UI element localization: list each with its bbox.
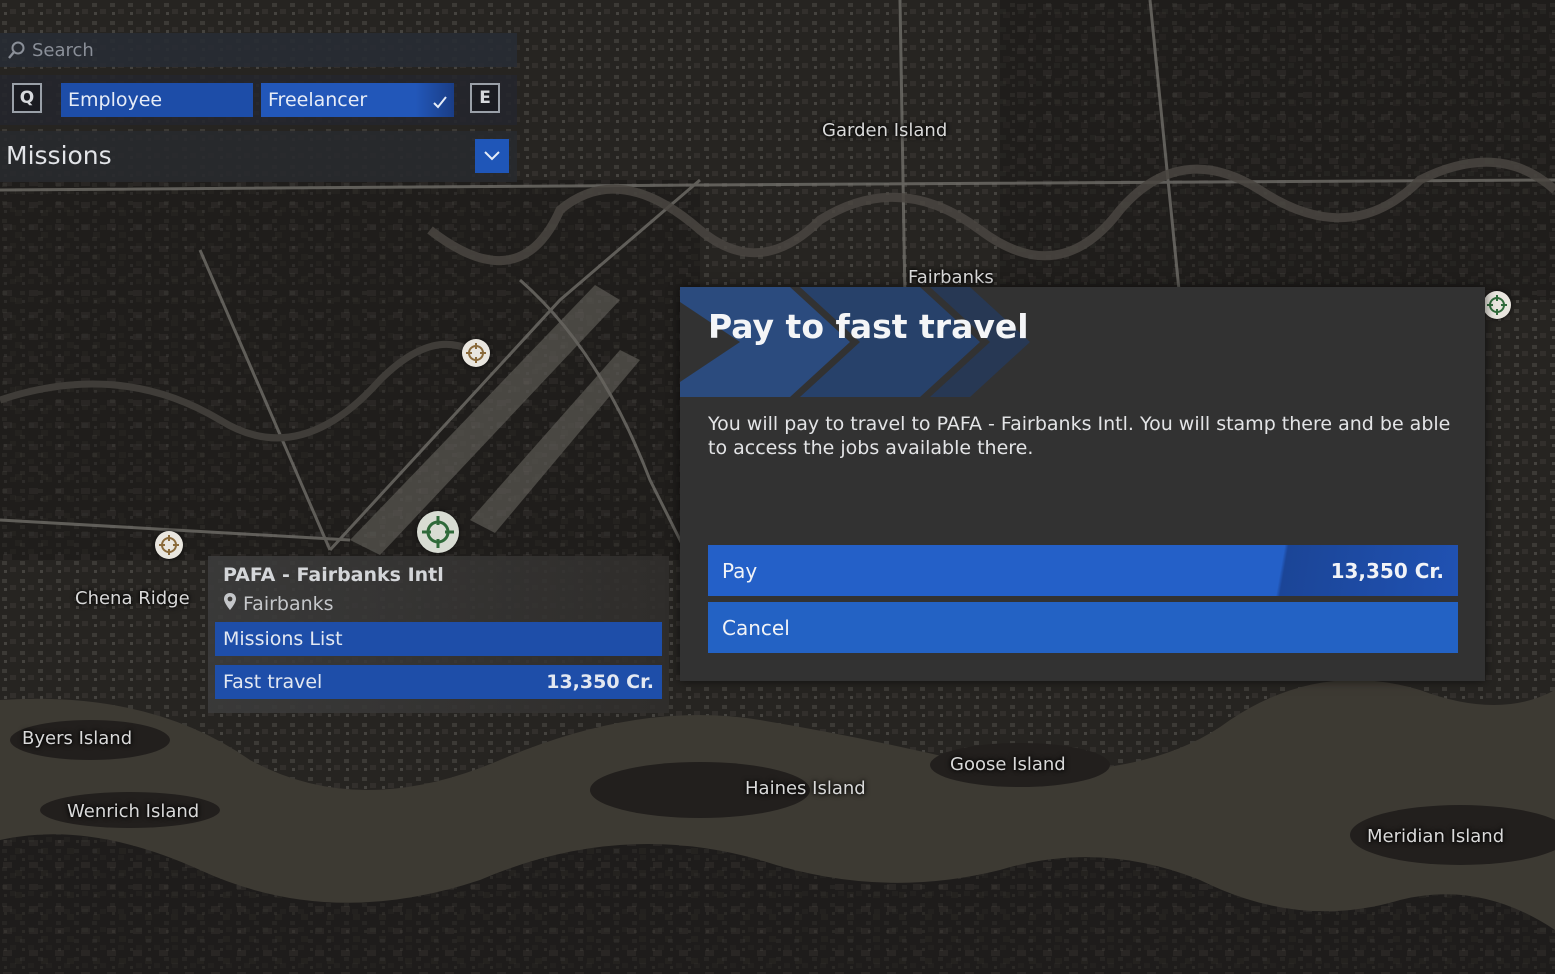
missions-list-button[interactable]: Missions List [215, 622, 662, 656]
dialog-message: You will pay to travel to PAFA - Fairban… [708, 413, 1451, 459]
location-popup: PAFA - Fairbanks Intl Fairbanks Missions… [208, 556, 669, 713]
cancel-label: Cancel [722, 615, 790, 640]
missions-dropdown-button[interactable] [475, 139, 509, 173]
search-input[interactable] [30, 38, 494, 62]
pay-price: 13,350 Cr. [1330, 558, 1444, 583]
fast-travel-dialog: Pay to fast travel You will pay to trave… [680, 287, 1485, 681]
map-target-icon[interactable] [417, 511, 459, 553]
map-target-icon[interactable] [1483, 291, 1511, 319]
location-city: Fairbanks [243, 593, 334, 615]
search-icon [6, 39, 28, 61]
search-bar[interactable] [0, 33, 517, 67]
mode-tabs: Q Employee Freelancer E [0, 75, 517, 125]
map-target-icon[interactable] [462, 339, 490, 367]
location-subtitle: Fairbanks [223, 592, 334, 616]
prev-tab-key[interactable]: Q [12, 83, 42, 113]
map-target-icon[interactable] [155, 531, 183, 559]
missions-panel-header: Missions [0, 131, 517, 182]
map-label-garden-island: Garden Island [822, 120, 948, 141]
next-tab-key[interactable]: E [470, 83, 500, 113]
map-label-meridian-island: Meridian Island [1367, 826, 1505, 847]
location-pin-icon [223, 592, 243, 616]
tab-label: Freelancer [268, 89, 368, 111]
chevron-down-icon [483, 147, 501, 166]
fast-travel-label: Fast travel [223, 671, 323, 693]
map-label-chena-ridge: Chena Ridge [75, 588, 190, 609]
tab-freelancer[interactable]: Freelancer [261, 83, 454, 117]
tab-label: Employee [68, 89, 163, 111]
pay-button[interactable]: Pay 13,350 Cr. [708, 545, 1458, 596]
fast-travel-button[interactable]: Fast travel 13,350 Cr. [215, 665, 662, 699]
dialog-title: Pay to fast travel [708, 307, 1029, 346]
missions-list-label: Missions List [223, 628, 343, 650]
map-label-fairbanks: Fairbanks [908, 267, 994, 288]
map-label-byers-island: Byers Island [22, 728, 133, 749]
missions-title: Missions [6, 141, 112, 170]
map-label-haines-island: Haines Island [745, 778, 866, 799]
location-title: PAFA - Fairbanks Intl [223, 564, 444, 586]
pay-label: Pay [722, 558, 758, 583]
cancel-button[interactable]: Cancel [708, 602, 1458, 653]
tab-employee[interactable]: Employee [61, 83, 253, 117]
fast-travel-price: 13,350 Cr. [546, 671, 654, 693]
checkmark-icon [432, 92, 448, 114]
map-label-wenrich-island: Wenrich Island [67, 801, 200, 822]
map-label-goose-island: Goose Island [950, 754, 1066, 775]
